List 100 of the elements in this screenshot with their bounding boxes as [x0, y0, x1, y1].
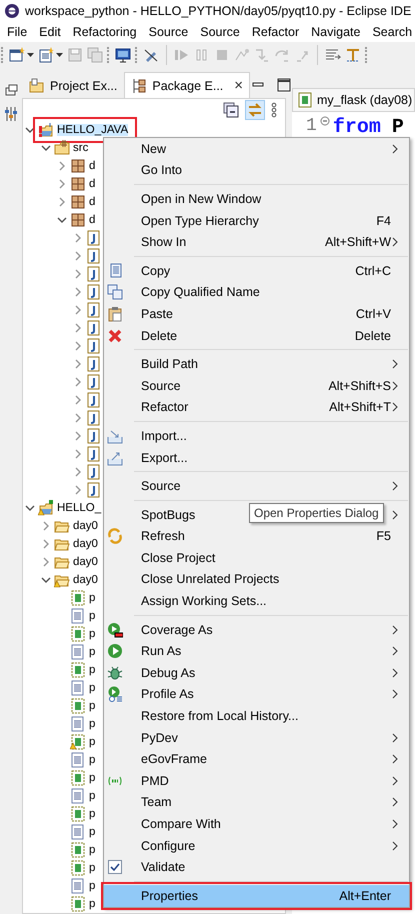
tree-item[interactable]: p	[89, 790, 96, 802]
chevron-right-icon[interactable]	[73, 449, 83, 459]
tree-item[interactable]: p	[89, 754, 96, 766]
menu-item[interactable]: Refactor	[246, 25, 304, 39]
menu-item[interactable]: Restore from Local History...	[104, 705, 409, 727]
tree-item[interactable]: p	[89, 718, 96, 730]
menu-item[interactable]: New	[104, 138, 409, 160]
chevron-right-icon[interactable]	[73, 305, 83, 315]
menu-item[interactable]: Copy Ctrl+C	[104, 260, 409, 282]
tree-item[interactable]: day0	[73, 556, 98, 568]
chevron-right-icon[interactable]	[73, 233, 83, 243]
tree-item[interactable]: d	[89, 178, 96, 190]
chevron-down-icon[interactable]	[41, 143, 51, 153]
chevron-right-icon[interactable]	[57, 179, 67, 189]
editor-tab[interactable]: my_flask (day08)	[292, 88, 415, 112]
sliders-icon[interactable]	[3, 106, 19, 122]
menu-item[interactable]: Source	[195, 25, 245, 39]
menu-item[interactable]: Close Project	[104, 547, 409, 569]
menu-item[interactable]: File	[2, 25, 32, 39]
menu-item[interactable]: Refactor Alt+Shift+T	[104, 396, 409, 418]
tree-item[interactable]: p	[89, 844, 96, 856]
menu-item[interactable]: Compare With	[104, 813, 409, 835]
tree-item[interactable]: p	[89, 646, 96, 658]
menu-item[interactable]: Search	[367, 25, 415, 39]
menu-item[interactable]: Copy Qualified Name	[104, 282, 409, 304]
menu-item[interactable]: Properties Alt+Enter	[104, 885, 409, 907]
chevron-right-icon[interactable]	[73, 287, 83, 297]
menu-item[interactable]: Coverage As	[104, 618, 409, 640]
tree-item[interactable]: day0	[73, 520, 98, 532]
menu-item[interactable]: Team	[104, 792, 409, 814]
tree-item[interactable]: p	[89, 808, 96, 820]
chevron-right-icon[interactable]	[73, 323, 83, 333]
menu-item[interactable]: Import...	[104, 425, 409, 447]
toolbar-button[interactable]	[143, 47, 159, 63]
tree-item[interactable]: p	[89, 628, 96, 640]
menu-item[interactable]: Debug As	[104, 662, 409, 684]
chevron-right-icon[interactable]	[73, 269, 83, 279]
tree-item[interactable]: p	[89, 610, 96, 622]
view-tab[interactable]: Package E... ×	[124, 72, 250, 98]
toolbar-button[interactable]	[9, 47, 34, 63]
tree-item[interactable]: p	[89, 664, 96, 676]
menu-item[interactable]: PyDev	[104, 726, 409, 748]
chevron-right-icon[interactable]	[73, 431, 83, 441]
chevron-right-icon[interactable]	[73, 341, 83, 351]
tree-item[interactable]: HELLO_	[57, 502, 102, 514]
tree-item[interactable]: p	[89, 862, 96, 874]
fold-icon[interactable]	[320, 116, 330, 126]
tree-item[interactable]: p	[89, 826, 96, 838]
chevron-right-icon[interactable]	[73, 395, 83, 405]
chevron-down-icon[interactable]	[25, 503, 35, 513]
chevron-right-icon[interactable]	[73, 251, 83, 261]
menu-item[interactable]: Delete Delete	[104, 324, 409, 346]
chevron-right-icon[interactable]	[73, 485, 83, 495]
restore-icon[interactable]	[3, 82, 19, 98]
collapse-all-button[interactable]	[221, 100, 241, 120]
menu-item[interactable]: Run As	[104, 640, 409, 662]
chevron-right-icon[interactable]	[41, 539, 51, 549]
chevron-down-icon[interactable]	[41, 575, 51, 585]
menu-item[interactable]: Open Type Hierarchy F4	[104, 210, 409, 232]
menu-item[interactable]: eGovFrame	[104, 748, 409, 770]
chevron-right-icon[interactable]	[41, 557, 51, 567]
close-button[interactable]: ×	[228, 77, 244, 94]
menu-item[interactable]: Refactoring	[68, 25, 142, 39]
tree-item[interactable]: day0	[73, 538, 98, 550]
tree-item[interactable]: d	[89, 214, 96, 226]
tree-item[interactable]: p	[89, 682, 96, 694]
tree-item[interactable]: day0	[73, 574, 98, 586]
menu-item[interactable]: Refresh F5	[104, 526, 409, 548]
menu-item[interactable]: Close Unrelated Projects	[104, 568, 409, 590]
menu-item[interactable]: Show In Alt+Shift+W	[104, 231, 409, 253]
tree-item[interactable]: p	[89, 700, 96, 712]
tree-item[interactable]: d	[89, 196, 96, 208]
menu-item[interactable]: Open in New Window	[104, 188, 409, 210]
menu-item[interactable]: PMD	[104, 770, 409, 792]
tree-item[interactable]: p	[89, 772, 96, 784]
tree-item[interactable]: p	[89, 736, 96, 748]
chevron-down-icon[interactable]	[57, 215, 67, 225]
tree-item[interactable]: p	[89, 880, 96, 892]
menu-item[interactable]: Assign Working Sets...	[104, 590, 409, 612]
checkbox[interactable]	[107, 859, 123, 876]
chevron-right-icon[interactable]	[57, 197, 67, 207]
tree-item[interactable]: p	[89, 898, 96, 910]
menu-item[interactable]: Edit	[34, 25, 66, 39]
chevron-right-icon[interactable]	[41, 521, 51, 531]
tree-item[interactable]: src	[73, 142, 88, 154]
maximize-icon[interactable]	[276, 77, 292, 93]
chevron-down-icon[interactable]	[25, 125, 35, 135]
menu-item[interactable]: Source Alt+Shift+S	[104, 374, 409, 397]
toolbar-button[interactable]	[38, 47, 63, 63]
tree-item[interactable]: p	[89, 592, 96, 604]
chevron-right-icon[interactable]	[73, 377, 83, 387]
menu-item[interactable]: Export...	[104, 446, 409, 468]
menu-item[interactable]: Validate	[104, 856, 409, 878]
menu-item[interactable]: Navigate	[306, 25, 366, 39]
chevron-right-icon[interactable]	[73, 359, 83, 369]
tree-item[interactable]: d	[89, 160, 96, 172]
menu-item[interactable]: Source	[104, 475, 409, 497]
menu-item[interactable]: Go Into	[104, 160, 409, 182]
toolbar-button[interactable]	[115, 47, 131, 63]
menu-item[interactable]: Paste Ctrl+V	[104, 303, 409, 325]
